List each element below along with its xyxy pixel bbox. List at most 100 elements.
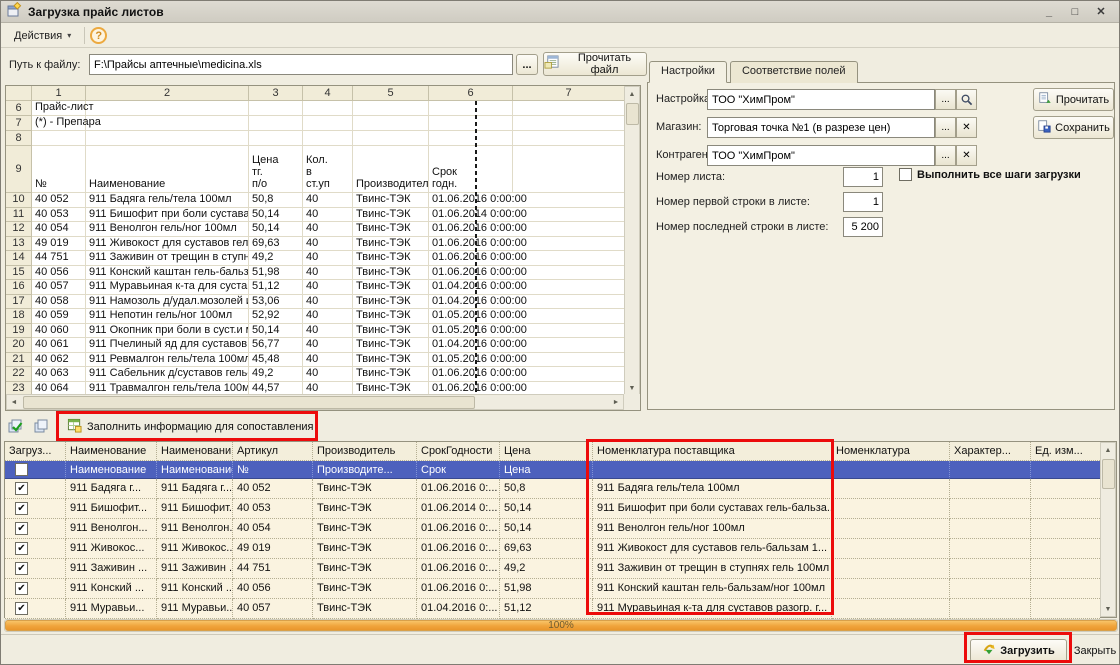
grid-cell-qty[interactable]: 40 bbox=[303, 367, 353, 382]
scroll-down-icon[interactable]: ▼ bbox=[625, 381, 639, 395]
grid-cell-price[interactable]: 51,98 bbox=[249, 266, 303, 281]
grid-cell[interactable]: Цена тг. п/о bbox=[249, 146, 303, 193]
grid-row-number[interactable]: 20 bbox=[6, 338, 32, 353]
cell-supplier-item[interactable]: 911 Бишофит при боли суставах гель-бальз… bbox=[593, 499, 832, 519]
grid-row-number[interactable]: 11 bbox=[6, 208, 32, 223]
cell-article[interactable]: 49 019 bbox=[233, 539, 313, 559]
load-button[interactable]: Загрузить bbox=[970, 639, 1067, 662]
grid-column-header[interactable]: 4 bbox=[303, 86, 353, 101]
cell-unit[interactable] bbox=[1031, 579, 1100, 599]
cell-unit[interactable] bbox=[1031, 539, 1100, 559]
grid-vertical-scrollbar[interactable]: ▲ ▼ bbox=[624, 86, 640, 396]
grid-column-header[interactable]: 1 bbox=[32, 86, 86, 101]
grid-column-header[interactable]: 3 bbox=[249, 86, 303, 101]
mapping-field-cell[interactable]: Наименование bbox=[66, 461, 157, 479]
cell-name[interactable]: 911 Бишофит... bbox=[66, 499, 157, 519]
cell-nomenclature[interactable] bbox=[832, 539, 950, 559]
cell-name2[interactable]: 911 Муравьи... bbox=[157, 599, 233, 619]
row-checkbox[interactable]: ✔ bbox=[15, 562, 28, 575]
row-checkbox[interactable]: ✔ bbox=[15, 482, 28, 495]
grid-cell-price[interactable]: 56,77 bbox=[249, 338, 303, 353]
grid-cell[interactable] bbox=[353, 101, 429, 116]
grid-cell[interactable] bbox=[32, 131, 86, 146]
mapping-column-header[interactable]: Номенклатура bbox=[832, 442, 950, 461]
mapping-field-cell[interactable]: Цена bbox=[500, 461, 593, 479]
file-path-input[interactable] bbox=[89, 54, 513, 75]
grid-cell[interactable] bbox=[303, 101, 353, 116]
mapping-field-cell[interactable]: Наименование bbox=[157, 461, 233, 479]
row-checkbox[interactable]: ✔ bbox=[15, 602, 28, 615]
grid-cell-name[interactable]: 911 Заживин от трещин в ступнях гел bbox=[86, 251, 249, 266]
grid-cell-qty[interactable]: 40 bbox=[303, 309, 353, 324]
grid-cell[interactable] bbox=[429, 116, 513, 131]
grid-horizontal-scrollbar[interactable]: ◄ ► bbox=[6, 394, 624, 410]
cell-price[interactable]: 50,14 bbox=[500, 499, 593, 519]
grid-cell-code[interactable]: 40 062 bbox=[32, 353, 86, 368]
cell-unit[interactable] bbox=[1031, 499, 1100, 519]
clear-icon[interactable]: ✕ bbox=[956, 145, 977, 166]
cell-name[interactable]: 911 Конский ... bbox=[66, 579, 157, 599]
grid-cell-code[interactable]: 40 060 bbox=[32, 324, 86, 339]
actions-menu[interactable]: Действия ▾ bbox=[6, 26, 79, 46]
grid-cell[interactable]: Производитель bbox=[353, 146, 429, 193]
read-file-button[interactable]: Прочитать файл bbox=[543, 52, 647, 76]
cell-characteristic[interactable] bbox=[950, 519, 1031, 539]
scroll-left-icon[interactable]: ◄ bbox=[7, 395, 21, 409]
grid-row-number[interactable]: 7 bbox=[6, 116, 32, 131]
grid-cell-producer[interactable]: Твинс-ТЭК bbox=[353, 295, 429, 310]
cell-unit[interactable] bbox=[1031, 479, 1100, 499]
row-checkbox-cell[interactable]: ✔ bbox=[5, 599, 66, 619]
grid-cell-price[interactable]: 50,14 bbox=[249, 222, 303, 237]
magnifier-icon[interactable] bbox=[956, 89, 977, 110]
cell-name[interactable]: 911 Заживин ... bbox=[66, 559, 157, 579]
cell-expiry[interactable]: 01.06.2016 0:... bbox=[417, 539, 500, 559]
grid-row-number[interactable]: 10 bbox=[6, 193, 32, 208]
grid-cell-name[interactable]: 911 Сабельник д/суставов гель-бальз bbox=[86, 367, 249, 382]
grid-cell[interactable]: Кол. в ст.уп bbox=[303, 146, 353, 193]
cell-characteristic[interactable] bbox=[950, 539, 1031, 559]
table-row[interactable]: ✔ 911 Муравьи... 911 Муравьи... 40 057 Т… bbox=[5, 599, 1116, 619]
cell-nomenclature[interactable] bbox=[832, 499, 950, 519]
row-checkbox[interactable]: ✔ bbox=[15, 502, 28, 515]
cell-nomenclature[interactable] bbox=[832, 479, 950, 499]
table-row[interactable]: ✔ 911 Бадяга г... 911 Бадяга г... 40 052… bbox=[5, 479, 1116, 499]
grid-corner[interactable] bbox=[6, 86, 32, 101]
grid-column-header[interactable]: 2 bbox=[86, 86, 249, 101]
grid-cell-date[interactable]: 01.04.2016 0:00:00 bbox=[429, 280, 624, 295]
cell-nomenclature[interactable] bbox=[832, 559, 950, 579]
cell-article[interactable]: 40 052 bbox=[233, 479, 313, 499]
cell-name2[interactable]: 911 Заживин ... bbox=[157, 559, 233, 579]
cell-expiry[interactable]: 01.06.2016 0:... bbox=[417, 579, 500, 599]
grid-cell-producer[interactable]: Твинс-ТЭК bbox=[353, 353, 429, 368]
mapping-field-cell[interactable] bbox=[1031, 461, 1100, 479]
cell-name2[interactable]: 911 Живокос... bbox=[157, 539, 233, 559]
grid-cell[interactable] bbox=[86, 116, 249, 131]
tab-field-mapping[interactable]: Соответствие полей bbox=[730, 61, 858, 83]
cell-name[interactable]: 911 Венолгон... bbox=[66, 519, 157, 539]
mapping-field-cell[interactable]: Производите... bbox=[313, 461, 417, 479]
cell-producer[interactable]: Твинс-ТЭК bbox=[313, 559, 417, 579]
grid-cell-qty[interactable]: 40 bbox=[303, 251, 353, 266]
grid-row-number[interactable]: 16 bbox=[6, 280, 32, 295]
grid-cell-name[interactable]: 911 Бадяга гель/тела 100мл bbox=[86, 193, 249, 208]
grid-cell[interactable] bbox=[513, 131, 624, 146]
row-checkbox-cell[interactable]: ✔ bbox=[5, 579, 66, 599]
grid-cell-producer[interactable]: Твинс-ТЭК bbox=[353, 193, 429, 208]
run-all-steps-checkbox[interactable] bbox=[899, 168, 912, 181]
row-checkbox-cell[interactable]: ✔ bbox=[5, 519, 66, 539]
cell-characteristic[interactable] bbox=[950, 479, 1031, 499]
mapping-select-cell[interactable] bbox=[5, 461, 66, 479]
mapping-column-header[interactable]: Номенклатура поставщика bbox=[593, 442, 832, 461]
cell-name2[interactable]: 911 Бадяга г... bbox=[157, 479, 233, 499]
counterparty-browse-button[interactable]: ... bbox=[935, 145, 956, 166]
grid-cell-name[interactable]: 911 Венолгон гель/ног 100мл bbox=[86, 222, 249, 237]
clear-icon[interactable]: ✕ bbox=[956, 117, 977, 138]
grid-cell-date[interactable]: 01.06.2016 0:00:00 bbox=[429, 193, 624, 208]
grid-cell-price[interactable]: 50,14 bbox=[249, 208, 303, 223]
setting-input[interactable] bbox=[707, 89, 935, 110]
grid-cell-producer[interactable]: Твинс-ТЭК bbox=[353, 208, 429, 223]
grid-cell[interactable] bbox=[353, 116, 429, 131]
grid-column-header[interactable]: 7 bbox=[513, 86, 624, 101]
grid-cell-qty[interactable]: 40 bbox=[303, 280, 353, 295]
grid-cell[interactable] bbox=[429, 131, 513, 146]
